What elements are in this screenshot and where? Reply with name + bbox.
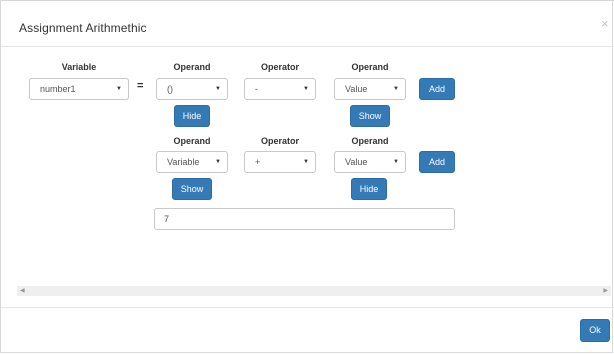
scroll-left-icon[interactable]: ◀: [20, 287, 25, 294]
chevron-down-icon: ▼: [215, 86, 221, 92]
hide-button-row1[interactable]: Hide: [174, 105, 210, 127]
chevron-down-icon: ▼: [393, 86, 399, 92]
operand-select-row2-left[interactable]: Variable ▼: [156, 151, 228, 173]
operand-select-row1-left[interactable]: () ▼: [156, 78, 228, 100]
add-button-row2[interactable]: Add: [419, 151, 455, 173]
operator-label-1: Operator: [260, 62, 299, 72]
variable-select[interactable]: number1 ▼: [29, 78, 129, 100]
operand-select-value: (): [167, 84, 173, 94]
operand-select-row1-right[interactable]: Value ▼: [334, 78, 406, 100]
operator-label-2: Operator: [260, 136, 299, 146]
header-divider: [1, 46, 614, 47]
operand-select-value: Variable: [167, 157, 200, 167]
chevron-down-icon: ▼: [215, 159, 221, 165]
close-icon[interactable]: ×: [601, 17, 609, 30]
top-border: [1, 0, 614, 1]
operator-select-row2[interactable]: + ▼: [244, 151, 316, 173]
add-button-row1[interactable]: Add: [419, 78, 455, 100]
operand-label-4: Operand: [351, 136, 389, 146]
operand-label-1: Operand: [173, 62, 211, 72]
operand-select-row2-right[interactable]: Value ▼: [334, 151, 406, 173]
show-button-row2[interactable]: Show: [172, 178, 212, 200]
operand-label-2: Operand: [351, 62, 389, 72]
operator-select-row1[interactable]: - ▼: [244, 78, 316, 100]
variable-label: Variable: [61, 62, 97, 72]
modal-dialog: Assignment Arithmethic × Variable Operan…: [0, 0, 614, 353]
footer-divider: [1, 307, 614, 308]
dialog-title: Assignment Arithmethic: [19, 21, 147, 35]
show-button-row1[interactable]: Show: [350, 105, 390, 127]
operand-select-value: Value: [345, 157, 368, 167]
horizontal-scrollbar[interactable]: ◀ ▶: [17, 286, 611, 296]
chevron-down-icon: ▼: [303, 86, 309, 92]
equals-sign: =: [137, 80, 144, 92]
chevron-down-icon: ▼: [303, 159, 309, 165]
operator-select-value: -: [255, 84, 258, 94]
ok-button[interactable]: Ok: [580, 319, 610, 342]
hide-button-row2[interactable]: Hide: [351, 178, 387, 200]
operand-label-3: Operand: [173, 136, 211, 146]
operator-select-value: +: [255, 157, 261, 167]
variable-select-value: number1: [40, 84, 76, 94]
chevron-down-icon: ▼: [393, 159, 399, 165]
scroll-right-icon[interactable]: ▶: [603, 287, 608, 294]
chevron-down-icon: ▼: [116, 86, 122, 92]
value-input[interactable]: 7: [154, 208, 455, 230]
operand-select-value: Value: [345, 84, 368, 94]
